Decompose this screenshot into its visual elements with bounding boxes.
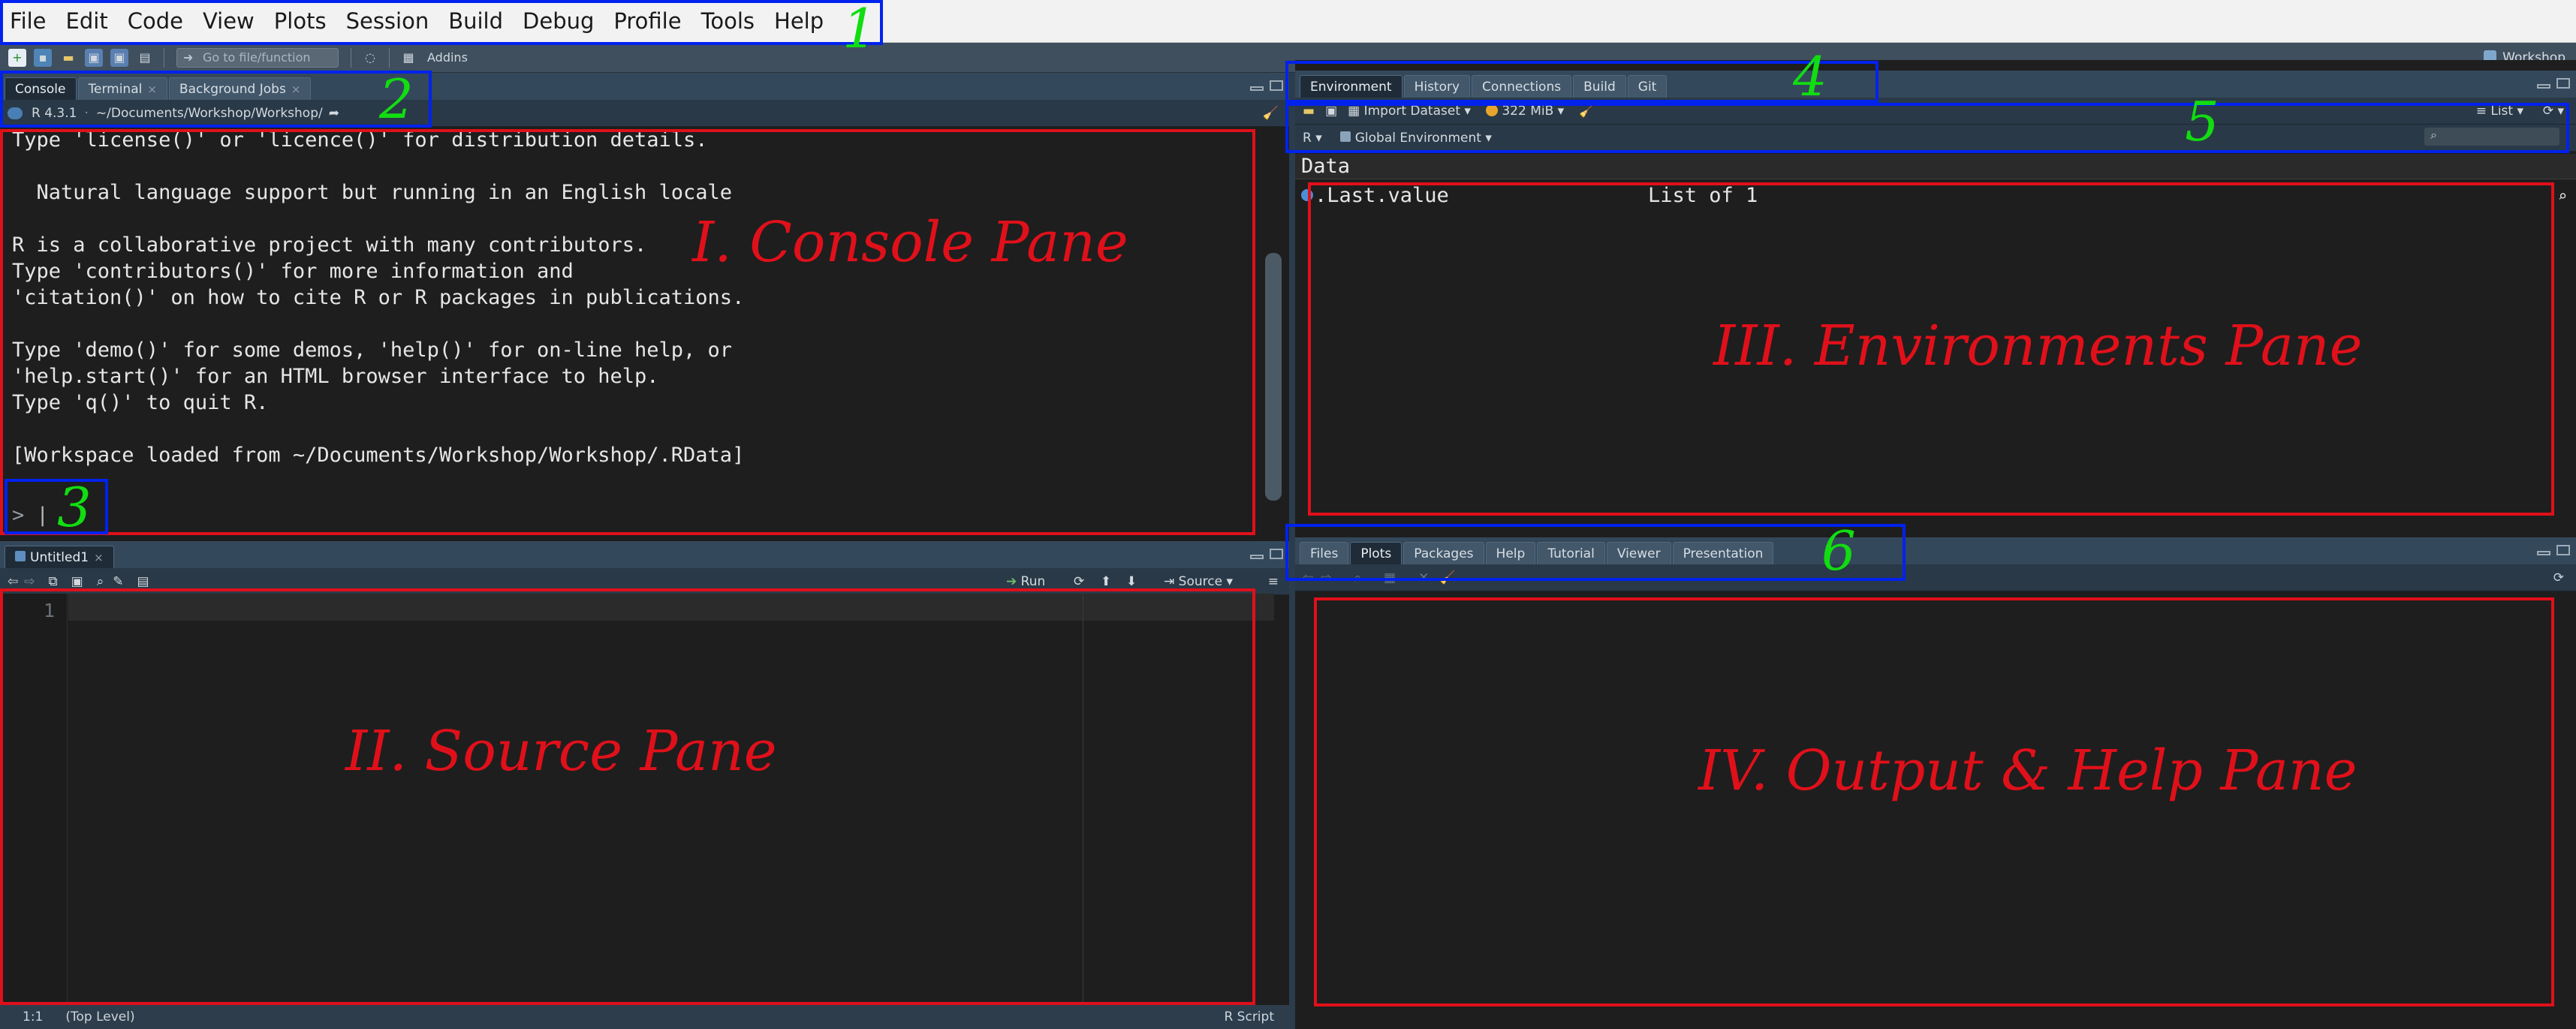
r-file-icon: [15, 551, 26, 561]
maximize-icon[interactable]: [1270, 549, 1283, 559]
pane-window-controls: [1250, 549, 1283, 559]
cursor-position: 1:1: [23, 1009, 44, 1024]
document-outline-icon[interactable]: ▤: [137, 574, 149, 589]
up-arrow-icon[interactable]: ⬆: [1101, 574, 1111, 589]
new-file-icon[interactable]: +: [8, 48, 26, 67]
annotation-box-menubar: [0, 0, 883, 45]
run-button[interactable]: ➔ Run: [1006, 574, 1045, 589]
annotation-box-env-tabs: [1285, 61, 1879, 103]
annotation-box-env-toolbar: [1285, 103, 2569, 153]
goto-placeholder: Go to file/function: [203, 50, 311, 65]
open-file-icon[interactable]: ▬: [59, 49, 77, 67]
run-label: Run: [1020, 573, 1046, 589]
refresh-icon[interactable]: ⟳: [2553, 570, 2564, 585]
annotation-number-1: 1: [842, 0, 877, 60]
show-in-window-icon[interactable]: ⧉: [49, 574, 58, 589]
maximize-icon[interactable]: [2556, 78, 2570, 89]
source-statusbar: 1:1 (Top Level) R Script: [0, 1005, 1289, 1029]
annotation-label-output: IV. Output & Help Pane: [1698, 739, 2358, 803]
rerun-icon[interactable]: ⟳: [1074, 574, 1084, 589]
minimize-icon[interactable]: [1250, 555, 1264, 559]
run-arrow-icon: ➔: [1006, 573, 1017, 589]
goto-file-input[interactable]: ➜ Go to file/function: [176, 47, 339, 68]
console-scrollbar[interactable]: [1265, 253, 1282, 501]
save-all-icon[interactable]: ▣: [110, 48, 128, 67]
pane-window-controls: [1250, 80, 1283, 91]
pane-window-controls: [2537, 545, 2570, 555]
clear-console-icon[interactable]: 🧹: [1263, 106, 1279, 121]
annotation-label-source: II. Source Pane: [345, 719, 777, 784]
annotation-number-2: 2: [379, 68, 414, 131]
print-icon[interactable]: ▤: [136, 49, 154, 67]
view-data-icon[interactable]: ⌕: [2558, 184, 2567, 208]
source-label: Source: [1178, 573, 1223, 589]
maximize-icon[interactable]: [2556, 545, 2570, 555]
data-section-header: Data: [1295, 154, 2576, 179]
minimize-icon[interactable]: [2537, 551, 2550, 555]
new-project-icon[interactable]: ▪: [34, 48, 52, 67]
scope-selector[interactable]: (Top Level): [65, 1009, 134, 1024]
annotation-box-prompt: [5, 479, 108, 534]
forward-icon[interactable]: ⇨: [24, 574, 35, 589]
tab-untitled1-label: Untitled1: [30, 550, 89, 565]
annotation-box-source: [0, 588, 1255, 1005]
addins-menu[interactable]: Addins: [427, 50, 468, 65]
annotation-number-6: 6: [1821, 519, 1856, 582]
annotation-label-environment: III. Environments Pane: [1713, 314, 2363, 378]
annotation-box-console: [0, 129, 1255, 535]
layout-grid-icon[interactable]: ▦: [399, 49, 417, 67]
file-type-selector[interactable]: R Script: [1224, 1009, 1274, 1024]
source-tabbar: Untitled1 ×: [0, 541, 1289, 568]
annotation-label-console: I. Console Pane: [692, 210, 1128, 275]
annotation-box-console-tabs: [0, 71, 432, 128]
annotation-number-5: 5: [2185, 90, 2219, 153]
annotation-number-3: 3: [57, 476, 92, 539]
annotation-box-output-tabs: [1285, 524, 1906, 581]
down-arrow-icon[interactable]: ⬇: [1126, 574, 1137, 589]
outline-icon[interactable]: ≡: [1268, 574, 1279, 589]
minimize-icon[interactable]: [2537, 84, 2550, 89]
goto-arrow-icon: ➜: [183, 50, 194, 65]
annotation-number-4: 4: [1793, 45, 1827, 108]
save-icon[interactable]: ▣: [71, 574, 83, 589]
save-icon[interactable]: ▣: [85, 48, 103, 67]
find-replace-icon[interactable]: ⌕: [97, 574, 104, 589]
code-tools-icon[interactable]: ◌: [361, 49, 379, 67]
back-icon[interactable]: ⇦: [8, 574, 18, 589]
pane-window-controls: [2537, 78, 2570, 89]
tab-untitled1[interactable]: Untitled1 ×: [5, 546, 114, 568]
source-button[interactable]: ⇥ Source ▾: [1164, 574, 1233, 589]
maximize-icon[interactable]: [1270, 80, 1283, 91]
minimize-icon[interactable]: [1250, 86, 1264, 91]
close-icon[interactable]: ×: [94, 551, 104, 564]
code-tools-wand-icon[interactable]: ✎: [113, 574, 123, 589]
toolbar-divider: [389, 47, 390, 68]
source-arrow-icon: ⇥: [1164, 573, 1175, 589]
